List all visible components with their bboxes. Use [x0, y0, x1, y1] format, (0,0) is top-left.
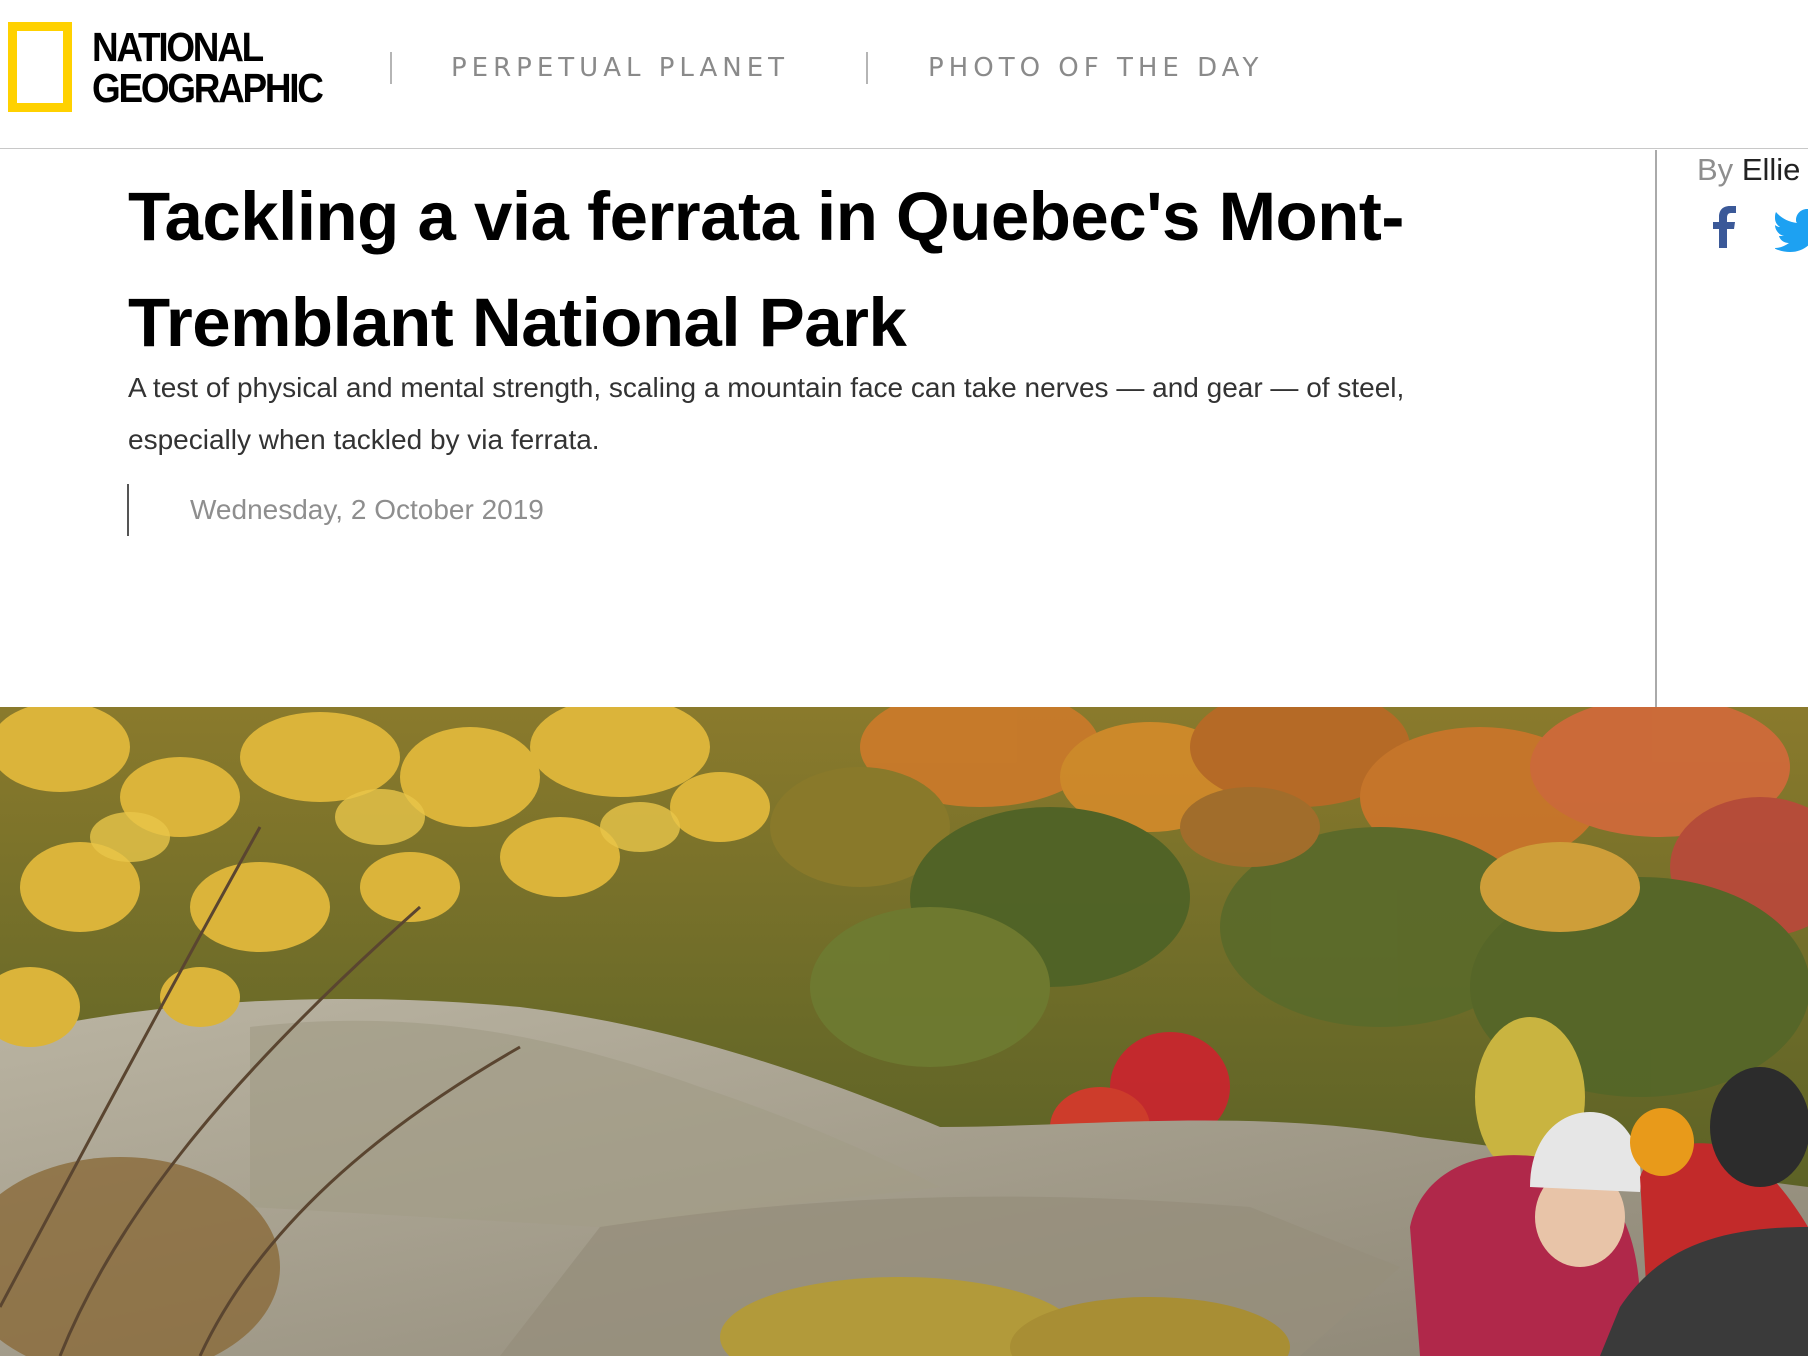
nav-link-photo-of-the-day[interactable]: PHOTO OF THE DAY — [928, 51, 1263, 85]
article-header: Tackling a via ferrata in Quebec's Mont-… — [0, 150, 1655, 707]
article-dek: A test of physical and mental strength, … — [128, 372, 1405, 455]
date-divider — [127, 484, 129, 536]
article-headline: Tackling a via ferrata in Quebec's Mont-… — [128, 178, 1404, 361]
logo-line-1: NATIONAL — [92, 24, 264, 70]
byline-label: By — [1697, 152, 1734, 187]
page: NATIONAL GEOGRAPHIC PERPETUAL PLANET PHO… — [0, 0, 1808, 1356]
byline-sidebar: By Ellie — [1655, 150, 1808, 707]
facebook-icon[interactable] — [1707, 202, 1743, 250]
site-header: NATIONAL GEOGRAPHIC PERPETUAL PLANET PHO… — [0, 0, 1808, 149]
nav-divider — [390, 52, 392, 84]
nav-link-perpetual-planet[interactable]: PERPETUAL PLANET — [451, 51, 789, 85]
yellow-border-icon — [8, 22, 72, 112]
author-name[interactable]: Ellie — [1742, 152, 1801, 187]
byline: By Ellie — [1697, 150, 1800, 190]
logo-wordmark: NATIONAL GEOGRAPHIC — [92, 24, 324, 111]
logo-line-2: GEOGRAPHIC — [92, 65, 324, 111]
publish-date: Wednesday, 2 October 2019 — [190, 494, 544, 525]
nav-divider — [866, 52, 868, 84]
hero-photo-illustration — [0, 707, 1808, 1356]
hero-photo — [0, 707, 1808, 1356]
twitter-icon[interactable] — [1775, 208, 1808, 252]
